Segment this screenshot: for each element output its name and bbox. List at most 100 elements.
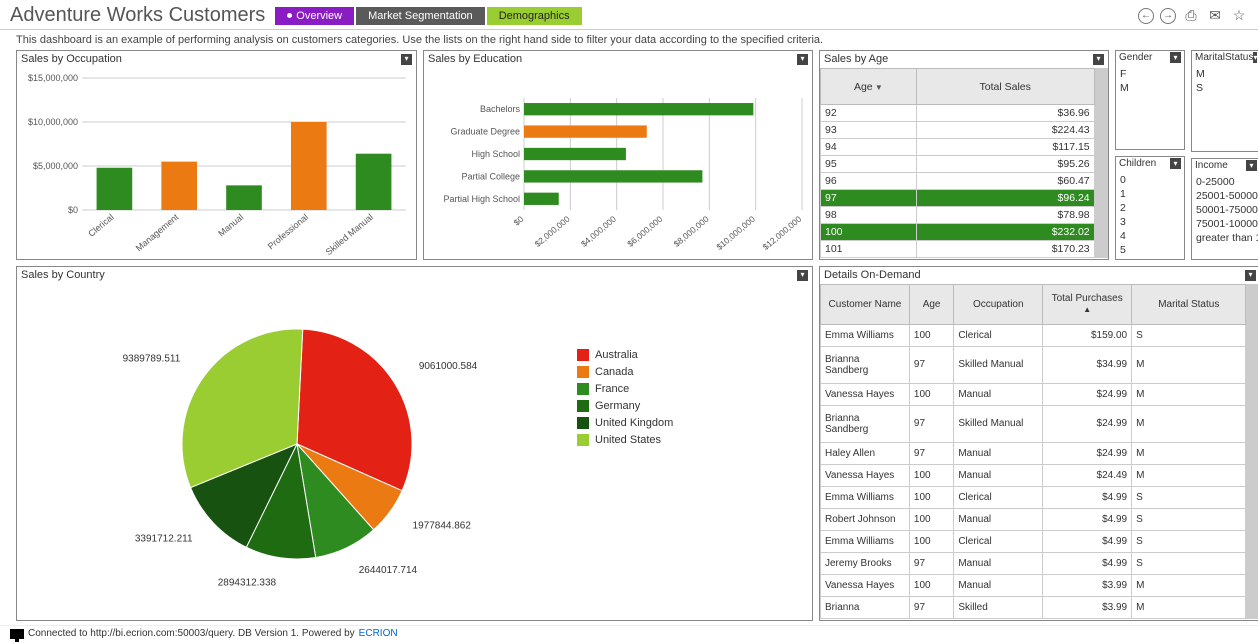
nav-back-icon[interactable]: ←: [1138, 8, 1154, 24]
panel-sales-age: Sales by Age AgeTotal Sales92$36.9693$22…: [819, 50, 1109, 260]
table-row[interactable]: 101$170.23: [821, 241, 1095, 258]
slicer-item[interactable]: 25001-50000: [1196, 189, 1256, 203]
page-title: Adventure Works Customers: [10, 4, 265, 27]
slicer-item[interactable]: 1: [1120, 187, 1180, 201]
legend-label: Canada: [595, 366, 634, 378]
legend-swatch: [577, 383, 589, 395]
panel-menu-icon[interactable]: [797, 54, 808, 65]
table-row[interactable]: Vanessa Hayes100Manual$24.99M: [821, 383, 1246, 405]
table-row[interactable]: Emma Williams100Clerical$4.99S: [821, 487, 1246, 509]
slicer-income: Income 0-2500025001-5000050001-750007500…: [1191, 158, 1258, 260]
slicer-item[interactable]: 3: [1120, 215, 1180, 229]
table-row[interactable]: 96$60.47: [821, 173, 1095, 190]
tab-demographics[interactable]: Demographics: [487, 7, 582, 25]
favorite-icon[interactable]: ☆: [1230, 7, 1248, 25]
slicer-item[interactable]: M: [1196, 67, 1256, 81]
slicer-item[interactable]: S: [1196, 81, 1256, 95]
panel-menu-icon[interactable]: [1253, 52, 1257, 63]
chart-sales-country[interactable]: 9061000.5841977844.8622644017.7142894312…: [17, 284, 812, 621]
svg-text:$10,000,000: $10,000,000: [28, 117, 78, 127]
panel-menu-icon[interactable]: [1093, 54, 1104, 65]
slicer-marital: MaritalStatus MS: [1191, 50, 1258, 152]
slicer-item[interactable]: F: [1120, 67, 1180, 81]
svg-text:Clerical: Clerical: [86, 212, 115, 239]
table-row[interactable]: Emma Williams100Clerical$4.99S: [821, 530, 1246, 552]
ecrion-link[interactable]: ECRION: [359, 628, 398, 639]
slicer-income-body[interactable]: 0-2500025001-5000050001-7500075001-10000…: [1192, 173, 1258, 247]
table-row[interactable]: Brianna Sandberg97Skilled Manual$34.99M: [821, 346, 1246, 383]
chart-sales-education[interactable]: $0$2,000,000$4,000,000$6,000,000$8,000,0…: [424, 68, 812, 260]
svg-text:Graduate Degree: Graduate Degree: [450, 127, 520, 137]
panel-menu-icon[interactable]: [1245, 270, 1256, 281]
slicer-item[interactable]: 5: [1120, 243, 1180, 257]
legend-item[interactable]: United States: [577, 434, 673, 446]
svg-text:3391712.211: 3391712.211: [135, 534, 193, 545]
svg-text:1977844.862: 1977844.862: [413, 520, 472, 531]
legend-item[interactable]: Canada: [577, 366, 673, 378]
table-row[interactable]: Vanessa Hayes100Manual$3.99M: [821, 574, 1246, 596]
email-icon[interactable]: ✉: [1206, 7, 1224, 25]
nav-forward-icon[interactable]: →: [1160, 8, 1176, 24]
slicer-item[interactable]: 2: [1120, 201, 1180, 215]
scrollbar[interactable]: [1246, 284, 1258, 619]
dot-icon: [287, 13, 292, 18]
panel-sales-education: Sales by Education $0$2,000,000$4,000,00…: [423, 50, 813, 260]
panel-menu-icon[interactable]: [1170, 52, 1181, 63]
table-row[interactable]: 98$78.98: [821, 207, 1095, 224]
slicer-item[interactable]: 75001-100000: [1196, 217, 1256, 231]
slicer-item[interactable]: 0-25000: [1196, 175, 1256, 189]
panel-sales-occupation: Sales by Occupation $0$5,000,000$10,000,…: [16, 50, 417, 260]
legend-label: United States: [595, 434, 661, 446]
svg-text:$6,000,000: $6,000,000: [625, 214, 664, 249]
table-row[interactable]: 93$224.43: [821, 122, 1095, 139]
svg-text:Manual: Manual: [216, 212, 245, 239]
scrollbar[interactable]: [1095, 68, 1108, 258]
panel-menu-icon[interactable]: [1170, 158, 1181, 169]
table-row[interactable]: 95$95.26: [821, 156, 1095, 173]
slicer-marital-title: MaritalStatus: [1195, 52, 1253, 63]
legend-swatch: [577, 349, 589, 361]
panel-menu-icon[interactable]: [1246, 160, 1257, 171]
table-row[interactable]: Brianna97Skilled$3.99M: [821, 596, 1246, 618]
slicer-children-body[interactable]: 012345: [1116, 171, 1184, 259]
table-row[interactable]: Emma Williams100Clerical$159.00S: [821, 324, 1246, 346]
panel-sales-occupation-title: Sales by Occupation: [21, 53, 122, 65]
slicer-item[interactable]: 4: [1120, 229, 1180, 243]
export-pdf-icon[interactable]: ⎙: [1182, 7, 1200, 25]
tab-overview[interactable]: Overview: [275, 7, 354, 25]
panel-details: Details On-Demand Customer NameAgeOccupa…: [819, 266, 1258, 621]
table-row[interactable]: Robert Johnson100Manual$4.99S: [821, 509, 1246, 531]
tab-market-segmentation[interactable]: Market Segmentation: [356, 7, 485, 25]
panel-menu-icon[interactable]: [797, 270, 808, 281]
slicer-gender-body[interactable]: FM: [1116, 65, 1184, 97]
legend-item[interactable]: Australia: [577, 349, 673, 361]
table-sales-age[interactable]: AgeTotal Sales92$36.9693$224.4394$117.15…: [820, 68, 1095, 258]
table-row[interactable]: Brianna Sandberg97Skilled Manual$24.99M: [821, 405, 1246, 442]
slicer-item[interactable]: greater than 100: [1196, 231, 1256, 245]
svg-text:9389789.511: 9389789.511: [123, 353, 181, 364]
slicer-item[interactable]: 0: [1120, 173, 1180, 187]
panel-menu-icon[interactable]: [401, 54, 412, 65]
legend-item[interactable]: France: [577, 383, 673, 395]
slicer-column-2: MaritalStatus MS Income 0-2500025001-500…: [1191, 50, 1258, 260]
tab-overview-label: Overview: [296, 10, 342, 22]
table-row[interactable]: 100$232.02: [821, 224, 1095, 241]
status-text: Connected to http://bi.ecrion.com:50003/…: [28, 628, 355, 639]
slicer-item[interactable]: M: [1120, 81, 1180, 95]
table-row[interactable]: 92$36.96: [821, 105, 1095, 122]
chart-sales-occupation[interactable]: $0$5,000,000$10,000,000$15,000,000Cleric…: [17, 68, 416, 260]
table-details[interactable]: Customer NameAgeOccupationTotal Purchase…: [820, 284, 1246, 619]
legend-item[interactable]: Germany: [577, 400, 673, 412]
legend-label: Australia: [595, 349, 638, 361]
table-row[interactable]: Haley Allen97Manual$24.99M: [821, 443, 1246, 465]
table-row[interactable]: Vanessa Hayes100Manual$24.49M: [821, 465, 1246, 487]
table-row[interactable]: 94$117.15: [821, 139, 1095, 156]
table-row[interactable]: Jeremy Brooks97Manual$4.99S: [821, 552, 1246, 574]
topbar: Adventure Works Customers Overview Marke…: [0, 0, 1258, 30]
slicer-marital-body[interactable]: MS: [1192, 65, 1258, 97]
legend-item[interactable]: United Kingdom: [577, 417, 673, 429]
table-row[interactable]: 97$96.24: [821, 190, 1095, 207]
top-icons: ← → ⎙ ✉ ☆: [1138, 7, 1248, 25]
slicer-income-title: Income: [1195, 160, 1228, 171]
slicer-item[interactable]: 50001-75000: [1196, 203, 1256, 217]
